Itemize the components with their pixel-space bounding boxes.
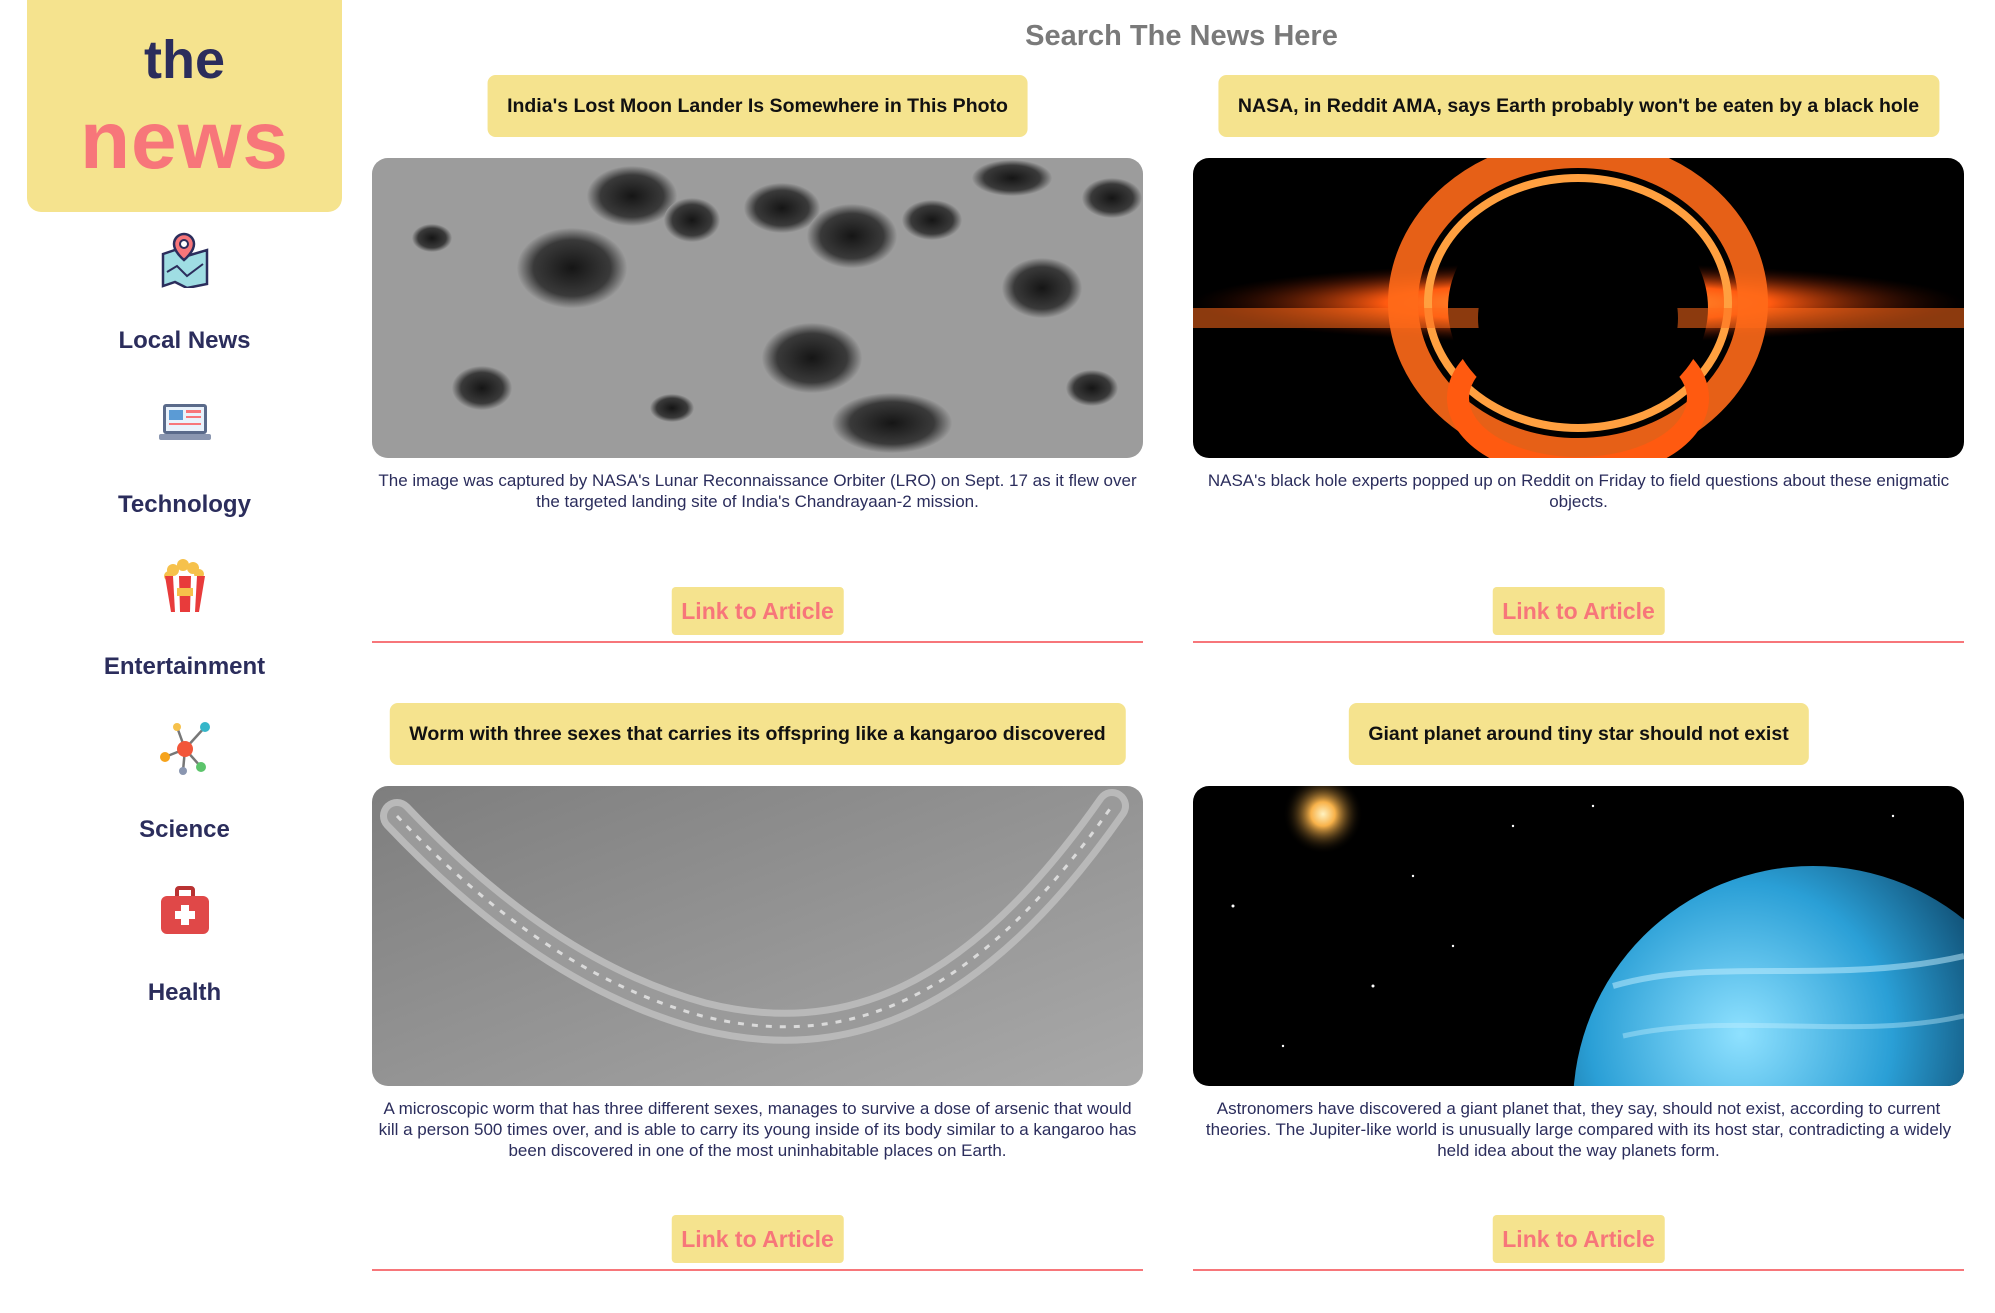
article-description: A microscopic worm that has three differ… bbox=[378, 1099, 1137, 1160]
article-link-button[interactable]: Link to Article bbox=[671, 1215, 844, 1263]
logo-word-the: the bbox=[144, 30, 225, 90]
nav-item-technology[interactable]: Technology bbox=[27, 396, 342, 546]
popcorn-icon bbox=[163, 559, 205, 612]
divider bbox=[372, 641, 1143, 643]
planet-photo bbox=[1193, 786, 1964, 1086]
article-card: India's Lost Moon Lander Is Somewhere in… bbox=[372, 75, 1143, 685]
article-title[interactable]: Worm with three sexes that carries its o… bbox=[389, 703, 1126, 765]
article-description: NASA's black hole experts popped up on R… bbox=[1207, 471, 1950, 511]
article-link-button[interactable]: Link to Article bbox=[1492, 1215, 1665, 1263]
nav-item-local-news[interactable]: Local News bbox=[27, 232, 342, 382]
moon-surface-photo bbox=[372, 158, 1143, 458]
nav-label-technology: Technology bbox=[118, 491, 251, 518]
article-card: Worm with three sexes that carries its o… bbox=[372, 703, 1143, 1313]
article-title[interactable]: Giant planet around tiny star should not… bbox=[1348, 703, 1809, 765]
divider bbox=[1193, 641, 1964, 643]
article-title[interactable]: India's Lost Moon Lander Is Somewhere in… bbox=[487, 75, 1028, 137]
worm-photo bbox=[372, 786, 1143, 1086]
sidebar: the news Local News Technology Entertain… bbox=[0, 0, 368, 1306]
article-description: Astronomers have discovered a giant plan… bbox=[1205, 1099, 1952, 1160]
nav-item-health[interactable]: Health bbox=[27, 884, 342, 1034]
black-hole-photo bbox=[1193, 158, 1964, 458]
nav-label-science: Science bbox=[139, 816, 230, 843]
laptop-icon bbox=[158, 404, 211, 440]
divider bbox=[372, 1269, 1143, 1271]
article-card: NASA, in Reddit AMA, says Earth probably… bbox=[1193, 75, 1964, 685]
nav-label-health: Health bbox=[147, 979, 222, 1006]
divider bbox=[1193, 1269, 1964, 1271]
first-aid-kit-icon bbox=[160, 886, 209, 934]
molecule-icon bbox=[159, 722, 210, 775]
article-card: Giant planet around tiny star should not… bbox=[1193, 703, 1964, 1313]
article-description: The image was captured by NASA's Lunar R… bbox=[378, 471, 1137, 511]
nav-item-science[interactable]: Science bbox=[27, 721, 342, 871]
logo-word-news: news bbox=[79, 95, 290, 186]
nav-label-local-news: Local News bbox=[118, 327, 251, 354]
map-pin-icon bbox=[161, 232, 208, 288]
site-logo[interactable]: the news bbox=[27, 0, 342, 212]
article-link-button[interactable]: Link to Article bbox=[671, 587, 844, 635]
search-heading[interactable]: Search The News Here bbox=[368, 20, 1995, 53]
article-title[interactable]: NASA, in Reddit AMA, says Earth probably… bbox=[1217, 75, 1940, 137]
article-link-button[interactable]: Link to Article bbox=[1492, 587, 1665, 635]
nav-label-entertainment: Entertainment bbox=[103, 653, 266, 680]
nav-item-entertainment[interactable]: Entertainment bbox=[27, 558, 342, 708]
